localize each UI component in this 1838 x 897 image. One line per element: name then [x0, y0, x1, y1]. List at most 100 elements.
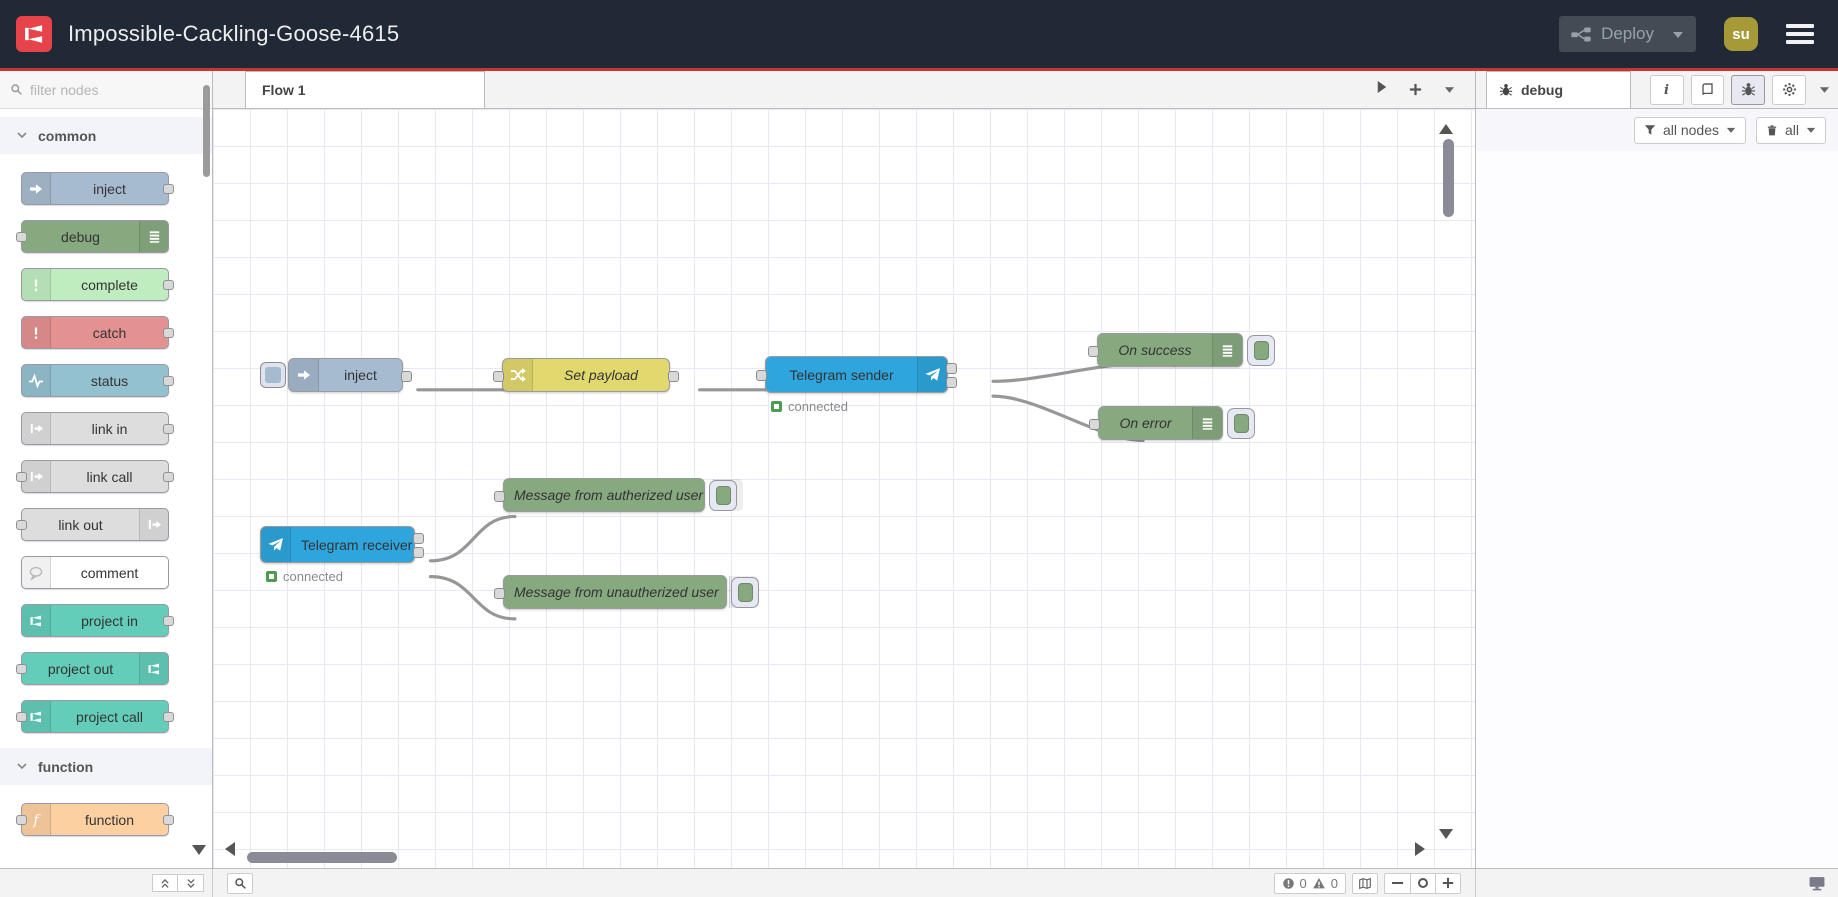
- palette-category-function[interactable]: function: [0, 748, 212, 785]
- port-output[interactable]: [163, 280, 174, 290]
- deploy-options-caret-icon[interactable]: [1672, 30, 1684, 39]
- port-input[interactable]: [1088, 345, 1099, 357]
- palette-node-label: function: [84, 811, 135, 828]
- port-output[interactable]: [413, 532, 424, 544]
- flow-node-on-success[interactable]: On success: [1088, 333, 1275, 367]
- svg-text:f: f: [32, 812, 41, 828]
- sidebar-help-button[interactable]: [1690, 74, 1725, 105]
- flow-canvas[interactable]: inject Set payload Telegram sender connecte…: [213, 109, 1475, 868]
- main-menu-button[interactable]: [1786, 24, 1814, 44]
- debug-enable-toggle[interactable]: [709, 480, 737, 511]
- debug-filter-button[interactable]: all nodes: [1633, 116, 1746, 144]
- palette-search-input[interactable]: [30, 81, 180, 98]
- palette-node-project-out[interactable]: project out: [16, 652, 169, 685]
- flow-menu-caret-icon[interactable]: [1444, 85, 1455, 94]
- port-input[interactable]: [494, 587, 505, 599]
- port-input[interactable]: [493, 370, 504, 382]
- canvas-hscrollbar-thumb[interactable]: [247, 852, 397, 863]
- port-output[interactable]: [668, 370, 679, 382]
- palette-node-debug[interactable]: debug: [16, 220, 169, 253]
- debug-sidebar: debug i all nodes all: [1475, 71, 1838, 868]
- arrow-in-icon: [289, 359, 319, 391]
- palette-node-complete[interactable]: complete: [21, 268, 174, 301]
- port-input[interactable]: [16, 232, 27, 242]
- palette-node-label: project in: [81, 612, 138, 629]
- debug-enable-toggle[interactable]: [1247, 335, 1275, 366]
- monitor-icon[interactable]: [1808, 875, 1826, 892]
- palette-node-link-out[interactable]: link out: [16, 508, 169, 541]
- palette-category-common[interactable]: common: [0, 117, 212, 154]
- palette-node-status[interactable]: status: [21, 364, 174, 397]
- palette-scrollbar-thumb[interactable]: [203, 85, 210, 177]
- port-output[interactable]: [163, 815, 174, 825]
- zoom-reset-button[interactable]: [1410, 873, 1435, 893]
- palette-node-function[interactable]: f function: [16, 803, 174, 836]
- port-output[interactable]: [413, 547, 424, 559]
- port-output[interactable]: [163, 184, 174, 194]
- debug-clear-button[interactable]: all: [1755, 116, 1826, 144]
- palette-node-catch[interactable]: catch: [21, 316, 174, 349]
- port-input[interactable]: [16, 664, 27, 674]
- palette-node-link-in[interactable]: link in: [21, 412, 174, 445]
- canvas-scroll-right-button[interactable]: [1415, 842, 1425, 861]
- palette-node-project-call[interactable]: project call: [16, 700, 174, 733]
- search-flows-button[interactable]: [227, 872, 253, 894]
- palette-expand-all-button[interactable]: [178, 874, 204, 892]
- palette-node-label: complete: [81, 276, 138, 293]
- sidebar-info-button[interactable]: i: [1649, 74, 1684, 105]
- palette-node-comment[interactable]: comment: [21, 556, 169, 589]
- port-input[interactable]: [1089, 418, 1100, 430]
- port-output[interactable]: [163, 472, 174, 482]
- flow-list-button[interactable]: [1377, 80, 1387, 99]
- port-input[interactable]: [16, 520, 27, 530]
- workspace: Flow 1 inject Set payload Telegram sender c…: [213, 71, 1475, 868]
- user-avatar[interactable]: su: [1724, 17, 1758, 51]
- debug-enable-toggle[interactable]: [1227, 408, 1255, 439]
- sidebar-debug-button[interactable]: [1731, 74, 1766, 105]
- flow-node-tg-sender[interactable]: Telegram sender connected: [756, 356, 957, 414]
- palette-node-project-in[interactable]: project in: [21, 604, 174, 637]
- tab-debug[interactable]: debug: [1486, 71, 1631, 108]
- debug-enable-toggle[interactable]: [731, 577, 759, 608]
- port-output[interactable]: [163, 616, 174, 626]
- port-output[interactable]: [163, 424, 174, 434]
- flow-node-on-error[interactable]: On error: [1089, 406, 1255, 440]
- palette-node-link-call[interactable]: link call: [16, 460, 174, 493]
- palette-scroll-down-icon[interactable]: [192, 842, 206, 860]
- add-flow-button[interactable]: [1409, 83, 1422, 96]
- port-input[interactable]: [756, 370, 767, 381]
- port-output[interactable]: [946, 377, 957, 389]
- inject-trigger-button[interactable]: [260, 362, 286, 388]
- flow-node-msg-auth[interactable]: Message from autherized user: [494, 478, 744, 512]
- port-output[interactable]: [163, 328, 174, 338]
- zoom-in-button[interactable]: [1435, 873, 1460, 893]
- flow-node-msg-unauth[interactable]: Message from unautherized user: [494, 575, 759, 609]
- notification-counts[interactable]: 0 0: [1273, 872, 1346, 894]
- port-output[interactable]: [163, 376, 174, 386]
- palette-node-inject[interactable]: inject: [21, 172, 174, 205]
- debug-messages-panel[interactable]: [1476, 151, 1838, 868]
- flow-node-set-payload[interactable]: Set payload: [493, 358, 679, 392]
- port-input[interactable]: [494, 490, 505, 502]
- port-output[interactable]: [163, 712, 174, 722]
- canvas-scroll-up-button[interactable]: [1439, 121, 1453, 139]
- port-output[interactable]: [401, 370, 412, 382]
- port-output[interactable]: [946, 362, 957, 374]
- deploy-button[interactable]: Deploy: [1559, 16, 1696, 52]
- flow-node-inject[interactable]: inject: [260, 358, 412, 392]
- zoom-out-button[interactable]: [1385, 874, 1410, 893]
- flow-node-tg-receiver[interactable]: Telegram receiver connected: [260, 526, 424, 584]
- port-input[interactable]: [16, 712, 27, 722]
- wire[interactable]: [428, 514, 517, 563]
- canvas-scroll-left-button[interactable]: [225, 842, 235, 861]
- canvas-scroll-down-button[interactable]: [1439, 826, 1453, 844]
- palette-collapse-all-button[interactable]: [152, 874, 178, 892]
- palette-search[interactable]: [0, 71, 212, 109]
- navigator-map-button[interactable]: [1352, 872, 1378, 894]
- tab-flow-1[interactable]: Flow 1: [245, 71, 485, 108]
- sidebar-config-button[interactable]: [1772, 74, 1806, 105]
- port-input[interactable]: [16, 815, 27, 825]
- canvas-vscrollbar-thumb[interactable]: [1443, 139, 1454, 217]
- sidebar-menu-caret-icon[interactable]: [1819, 85, 1830, 94]
- port-input[interactable]: [16, 472, 27, 482]
